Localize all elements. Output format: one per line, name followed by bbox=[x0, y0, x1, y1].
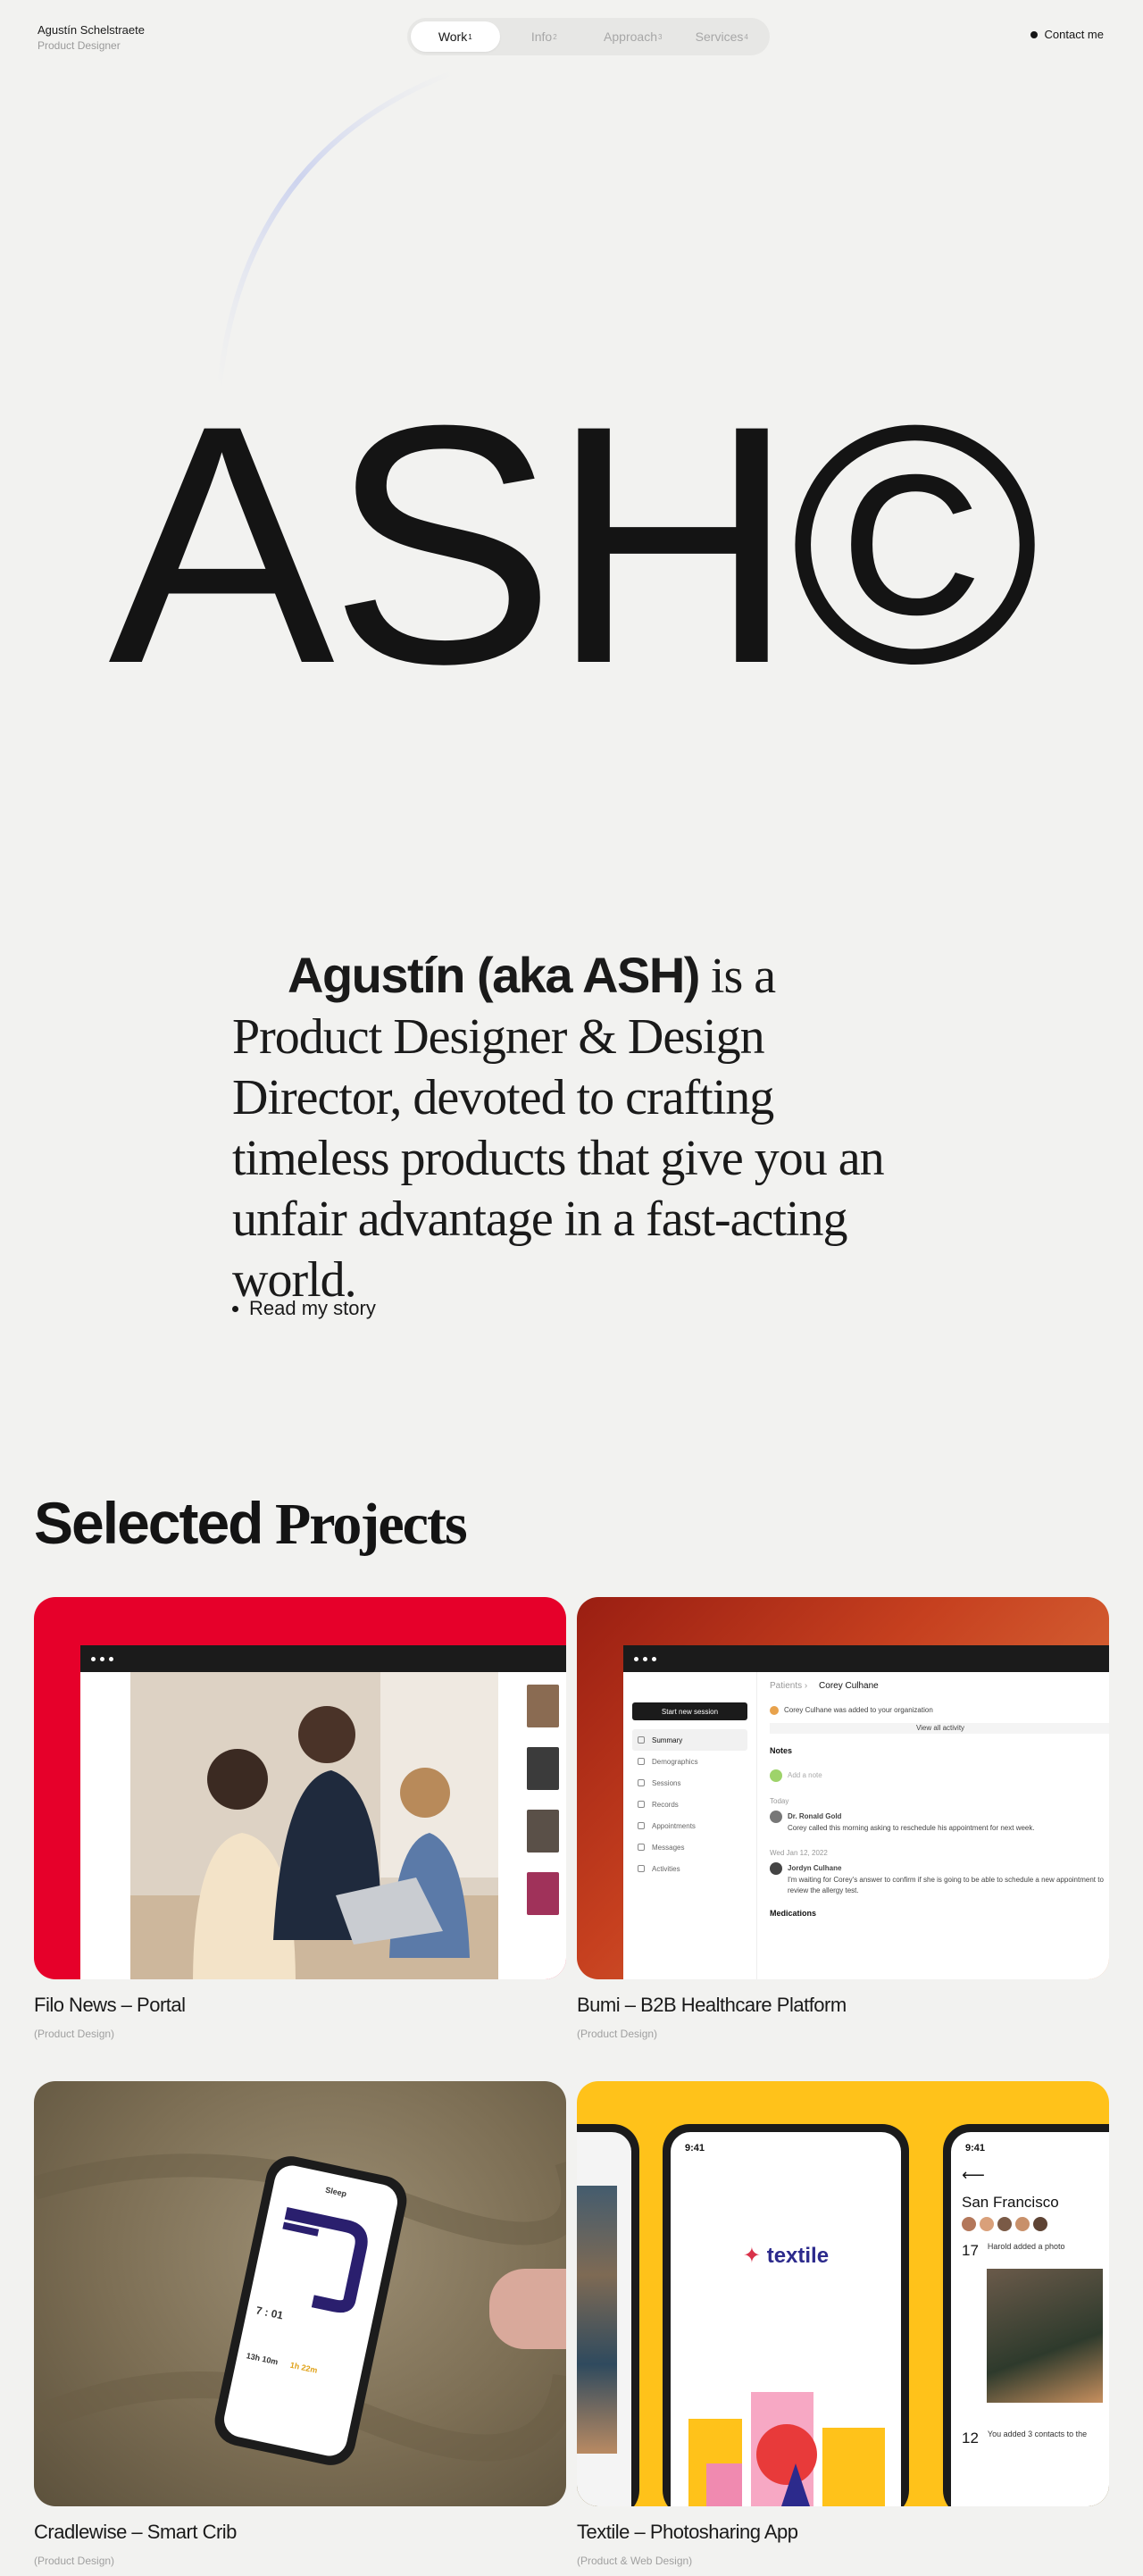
nav-item-services[interactable]: Services 4 bbox=[678, 21, 767, 52]
phone-mockup-left bbox=[577, 2124, 639, 2506]
section-title: Selected Projects bbox=[34, 1490, 468, 1557]
intro-text: Agustín (aka ASH) is a Product Designer … bbox=[232, 945, 929, 1310]
start-session-button: Start new session bbox=[632, 1702, 747, 1720]
nav-index: 1 bbox=[468, 32, 472, 41]
project-title[interactable]: Textile – Photosharing App bbox=[577, 2521, 798, 2544]
phone-mockup-right: 9:41 ⟵ San Francisco 17 Harold added a p… bbox=[943, 2124, 1109, 2506]
menu-item: Demographics bbox=[632, 1751, 747, 1772]
bullet-icon bbox=[1030, 30, 1038, 38]
avatar-row bbox=[951, 2212, 1109, 2237]
feed-note: You added 3 contacts to the bbox=[987, 2430, 1088, 2438]
nav-item-info[interactable]: Info 2 bbox=[500, 21, 589, 52]
intro-name: Agustín (aka ASH) bbox=[288, 947, 700, 1003]
nav-index: 2 bbox=[553, 32, 557, 41]
project-card-cradlewise[interactable]: Sleep 7 : 01 13h 10m 1h 22m bbox=[34, 2081, 566, 2506]
brand-name: Agustín Schelstraete bbox=[38, 23, 145, 37]
back-arrow-icon: ⟵ bbox=[962, 2166, 985, 2184]
shared-photo bbox=[987, 2269, 1103, 2403]
hero-title: ASH© bbox=[108, 355, 1039, 734]
bullet-icon bbox=[232, 1305, 238, 1312]
contact-label: Contact me bbox=[1044, 28, 1104, 41]
nav-label: Services bbox=[695, 29, 744, 44]
project-card-filo[interactable] bbox=[34, 1597, 566, 1979]
breadcrumb: Patients › Corey Culhane bbox=[770, 1681, 879, 1691]
nav-index: 4 bbox=[744, 32, 748, 41]
browser-window-mockup: Start new session Summary Demographics S… bbox=[623, 1645, 1109, 1979]
illustration bbox=[688, 2392, 885, 2506]
hand-photo bbox=[489, 2269, 566, 2349]
browser-window-mockup bbox=[80, 1645, 566, 1979]
menu-item: Sessions bbox=[632, 1772, 747, 1794]
nav-item-work[interactable]: Work 1 bbox=[411, 21, 500, 52]
project-tag: (Product Design) bbox=[34, 2555, 115, 2567]
sleep-total: 13h 10m bbox=[245, 2351, 279, 2367]
feed-note: Harold added a photo bbox=[987, 2242, 1065, 2251]
hero-photo bbox=[130, 1672, 498, 1979]
section-title-bold: Selected bbox=[34, 1490, 263, 1556]
menu-item: Records bbox=[632, 1794, 747, 1815]
project-tag: (Product Design) bbox=[577, 2028, 658, 2040]
project-title[interactable]: Filo News – Portal bbox=[34, 1994, 186, 2017]
nav-index: 3 bbox=[657, 32, 663, 41]
read-story-label: Read my story bbox=[249, 1297, 376, 1319]
menu-item: Activities bbox=[632, 1858, 747, 1879]
notes-heading: Notes bbox=[770, 1746, 793, 1755]
note-entry: Dr. Ronald Gold Corey called this morning… bbox=[770, 1811, 1109, 1834]
activity-notice: Corey Culhane was added to your organiza… bbox=[770, 1705, 1109, 1716]
add-note: Add a note bbox=[770, 1769, 1109, 1782]
status-time: 9:41 bbox=[965, 2143, 986, 2154]
project-card-bumi[interactable]: Start new session Summary Demographics S… bbox=[577, 1597, 1109, 1979]
menu-item: Appointments bbox=[632, 1815, 747, 1836]
read-story-link[interactable]: Read my story bbox=[232, 1297, 376, 1320]
thumbnail-strip bbox=[527, 1685, 563, 1935]
section-title-serif: Projects bbox=[262, 1492, 468, 1557]
nav-item-approach[interactable]: Approach 3 bbox=[588, 21, 678, 52]
note-date: Wed Jan 12, 2022 bbox=[770, 1849, 828, 1857]
nav-label: Work bbox=[438, 29, 468, 44]
nav-label: Approach bbox=[604, 29, 657, 44]
note-date: Today bbox=[770, 1797, 789, 1805]
project-title[interactable]: Bumi – B2B Healthcare Platform bbox=[577, 1994, 847, 2017]
medications-heading: Medications bbox=[770, 1909, 817, 1918]
menu-item: Messages bbox=[632, 1836, 747, 1858]
status-time: 9:41 bbox=[685, 2143, 705, 2154]
window-bar bbox=[623, 1645, 1109, 1672]
app-sidebar: Start new session Summary Demographics S… bbox=[623, 1672, 757, 1979]
view-all-activity: View all activity bbox=[770, 1723, 1109, 1734]
main-nav: Work 1 Info 2 Approach 3 Services 4 bbox=[407, 18, 770, 55]
project-tag: (Product Design) bbox=[34, 2028, 115, 2040]
brand-role: Product Designer bbox=[38, 39, 121, 52]
city-title: San Francisco bbox=[962, 2194, 1059, 2211]
brand[interactable]: Agustín Schelstraete Product Designer bbox=[38, 23, 145, 52]
awake-total: 1h 22m bbox=[288, 2360, 319, 2375]
day-number: 12 bbox=[962, 2430, 979, 2446]
contact-link[interactable]: Contact me bbox=[1030, 28, 1104, 41]
menu-item: Summary bbox=[632, 1729, 747, 1751]
project-card-textile[interactable]: 9:41 ✦ textile 9:41 ⟵ San Francisco 17 H… bbox=[577, 2081, 1109, 2506]
phone-mockup-center: 9:41 ✦ textile bbox=[663, 2124, 909, 2506]
day-number: 17 bbox=[962, 2242, 979, 2259]
window-bar bbox=[80, 1645, 566, 1672]
textile-logo: ✦ textile bbox=[742, 2244, 830, 2268]
project-tag: (Product & Web Design) bbox=[577, 2555, 693, 2567]
nav-label: Info bbox=[530, 29, 553, 44]
app-main: Patients › Corey Culhane Corey Culhane w… bbox=[757, 1672, 1109, 1979]
note-entry: Jordyn Culhane I'm waiting for Corey's an… bbox=[770, 1862, 1109, 1896]
project-title[interactable]: Cradlewise – Smart Crib bbox=[34, 2521, 237, 2544]
